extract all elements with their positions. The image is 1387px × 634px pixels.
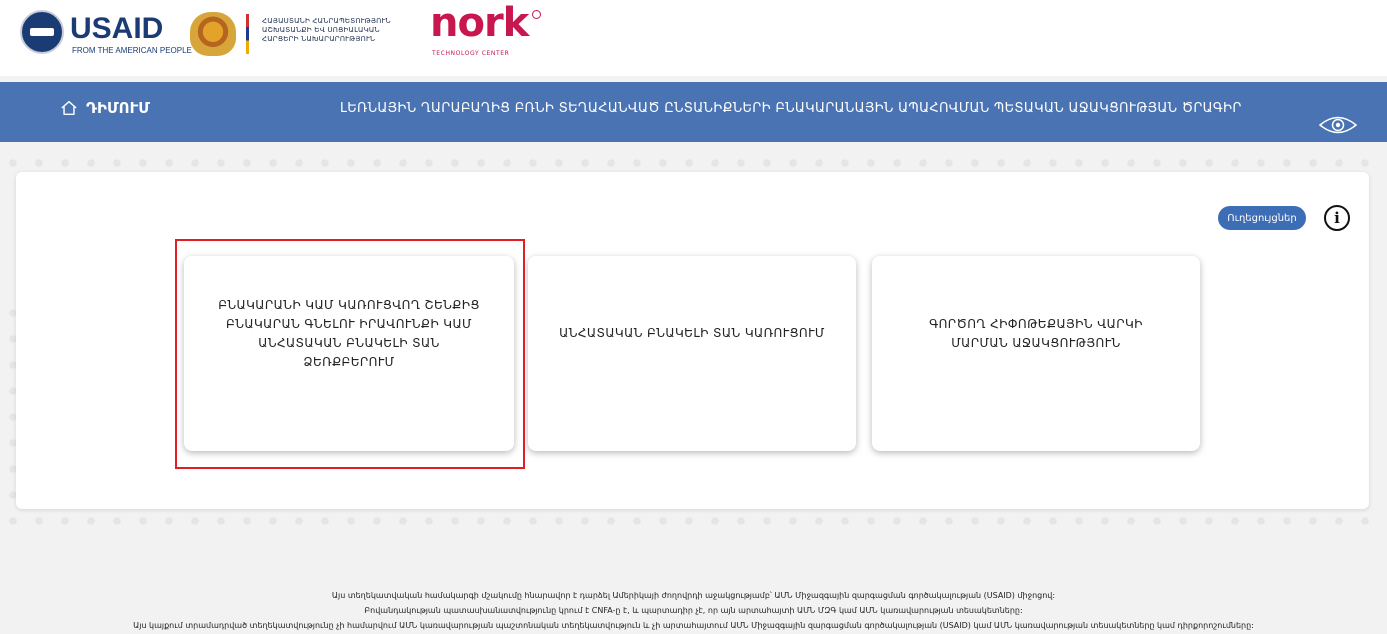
- eye-icon[interactable]: [1318, 114, 1358, 136]
- armenia-coat-of-arms-icon: [190, 12, 236, 56]
- nork-tagline: TECHNOLOGY CENTER: [432, 50, 510, 57]
- card-label: ԱՆՀԱՏԱԿԱՆ ԲՆԱԿԵԼԻ ՏԱՆ ԿԱՌՈՒՑՈՒՄ: [559, 326, 825, 340]
- usaid-tagline: FROM THE AMERICAN PEOPLE: [72, 46, 192, 55]
- navbar: ԴԻՄՈՒՄ ԼԵՌՆԱՅԻՆ ՂԱՐԱԲԱՂԻՑ ԲՌՆԻ ՏԵՂԱՀԱՆՎԱ…: [0, 82, 1387, 142]
- card-build-house[interactable]: ԱՆՀԱՏԱԿԱՆ ԲՆԱԿԵԼԻ ՏԱՆ ԿԱՌՈՒՑՈՒՄ: [528, 256, 856, 451]
- card-label: ԲՆԱԿԱՐԱՆԻ ԿԱՄ ԿԱՌՈՒՑՎՈՂ ՇԵՆՔԻՑ ԲՆԱԿԱՐԱՆ …: [218, 297, 480, 369]
- ministry-name: ՀԱՅԱՍՏԱՆԻ ՀԱՆՐԱՊԵՏՈՒԹՅՈՒՆ ԱՇԽԱՏԱՆՔԻ ԵՎ Ս…: [262, 17, 412, 44]
- info-icon: i: [1334, 209, 1340, 227]
- card-purchase-housing[interactable]: ԲՆԱԿԱՐԱՆԻ ԿԱՄ ԿԱՌՈՒՑՎՈՂ ՇԵՆՔԻՑ ԲՆԱԿԱՐԱՆ …: [184, 256, 514, 451]
- flag-divider: [246, 14, 249, 54]
- usaid-seal-icon: [20, 10, 64, 54]
- usaid-wordmark: USAID: [70, 12, 164, 45]
- disclaimer-line-1: Այս տեղեկատվական համակարգի մշակումը հնար…: [331, 591, 1056, 600]
- info-button[interactable]: i: [1324, 205, 1350, 231]
- registered-mark-icon: [532, 10, 541, 19]
- disclaimer-line-2: Բովանդակության պատասխանատվությունը կրում…: [364, 606, 1023, 615]
- ministry-line-1: ՀԱՅԱՍՏԱՆԻ ՀԱՆՐԱՊԵՏՈՒԹՅՈՒՆ: [262, 17, 391, 25]
- footer-disclaimer: Այս տեղեկատվական համակարգի մշակումը հնար…: [0, 588, 1387, 633]
- card-label: ԳՈՐԾՈՂ ՀԻՓՈԹԵՔԱՅԻՆ ՎԱՐԿԻ ՄԱՐՄԱՆ ԱՋԱԿՑՈՒԹ…: [929, 316, 1143, 350]
- disclaimer-line-3: Այս կայքում տրամադրված տեղեկատվությունը …: [133, 621, 1254, 630]
- program-title: ԼԵՌՆԱՅԻՆ ՂԱՐԱԲԱՂԻՑ ԲՌՆԻ ՏԵՂԱՀԱՆՎԱԾ ԸՆՏԱՆ…: [340, 101, 1242, 116]
- ministry-line-2: ԱՇԽԱՏԱՆՔԻ ԵՎ ՍՈՑԻԱԼԱԿԱՆ: [262, 26, 380, 34]
- usaid-logo: USAID FROM THE AMERICAN PEOPLE: [20, 10, 192, 56]
- nork-logo: nork TECHNOLOGY CENTER: [430, 0, 570, 62]
- ministry-line-3: ՀԱՐՑԵՐԻ ՆԱԽԱՐԱՐՈՒԹՅՈՒՆ: [262, 35, 376, 43]
- header-logos: USAID FROM THE AMERICAN PEOPLE ՀԱՅԱՍՏԱՆԻ…: [0, 0, 1387, 76]
- guides-button[interactable]: Ուղեցույցներ: [1218, 206, 1306, 230]
- home-label: ԴԻՄՈՒՄ: [86, 99, 150, 117]
- home-link[interactable]: ԴԻՄՈՒՄ: [60, 99, 150, 117]
- card-mortgage-support[interactable]: ԳՈՐԾՈՂ ՀԻՓՈԹԵՔԱՅԻՆ ՎԱՐԿԻ ՄԱՐՄԱՆ ԱՋԱԿՑՈՒԹ…: [872, 256, 1200, 451]
- nork-wordmark: nork: [430, 0, 529, 46]
- home-icon: [61, 100, 77, 116]
